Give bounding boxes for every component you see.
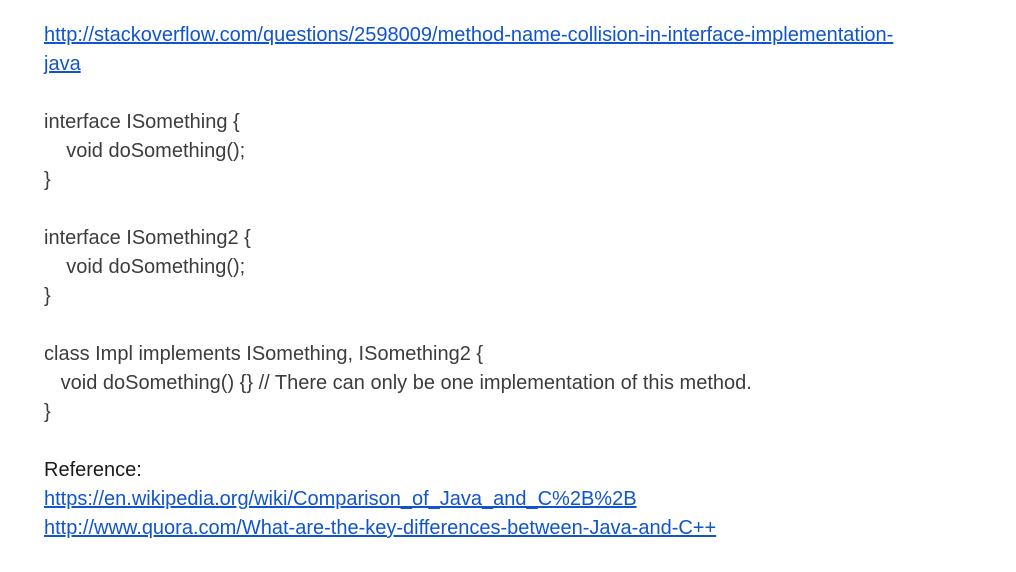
- quora-link[interactable]: http://www.quora.com/What-are-the-key-di…: [44, 514, 994, 543]
- interface1-method: void doSomething();: [44, 140, 246, 162]
- document-body: http://stackoverflow.com/questions/25980…: [44, 21, 994, 543]
- interface2-close: }: [44, 285, 51, 307]
- interface2-header: interface ISomething2 {: [44, 227, 251, 249]
- interface1-close: }: [44, 169, 51, 191]
- wikipedia-link[interactable]: https://en.wikipedia.org/wiki/Comparison…: [44, 485, 994, 514]
- stackoverflow-link-line2[interactable]: java: [44, 50, 994, 79]
- interface2-method: void doSomething();: [44, 256, 246, 278]
- stackoverflow-link-line1[interactable]: http://stackoverflow.com/questions/25980…: [44, 21, 994, 50]
- impl-class-header: class Impl implements ISomething, ISomet…: [44, 343, 484, 365]
- impl-method: void doSomething() {} // There can only …: [44, 372, 752, 394]
- reference-label: Reference:: [44, 459, 142, 481]
- interface1-header: interface ISomething {: [44, 111, 240, 133]
- impl-close: }: [44, 401, 51, 423]
